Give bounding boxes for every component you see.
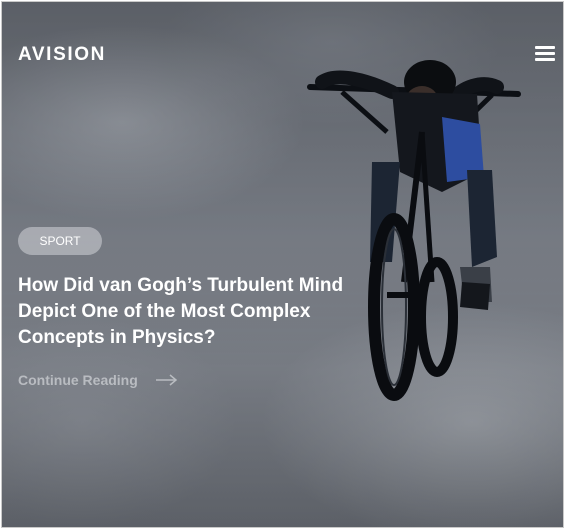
article-title[interactable]: How Did van Gogh’s Turbulent Mind Depict… xyxy=(18,273,388,351)
hamburger-menu-icon[interactable] xyxy=(535,46,555,63)
arrow-right-icon xyxy=(155,374,177,386)
hero-frame: AVISION SPORT How Did van Gogh’s Turbule… xyxy=(1,1,564,528)
continue-reading-link[interactable]: Continue Reading xyxy=(18,372,178,388)
brand-logo[interactable]: AVISION xyxy=(18,44,106,66)
continue-reading-label: Continue Reading xyxy=(18,372,138,388)
category-badge[interactable]: SPORT xyxy=(18,227,102,255)
